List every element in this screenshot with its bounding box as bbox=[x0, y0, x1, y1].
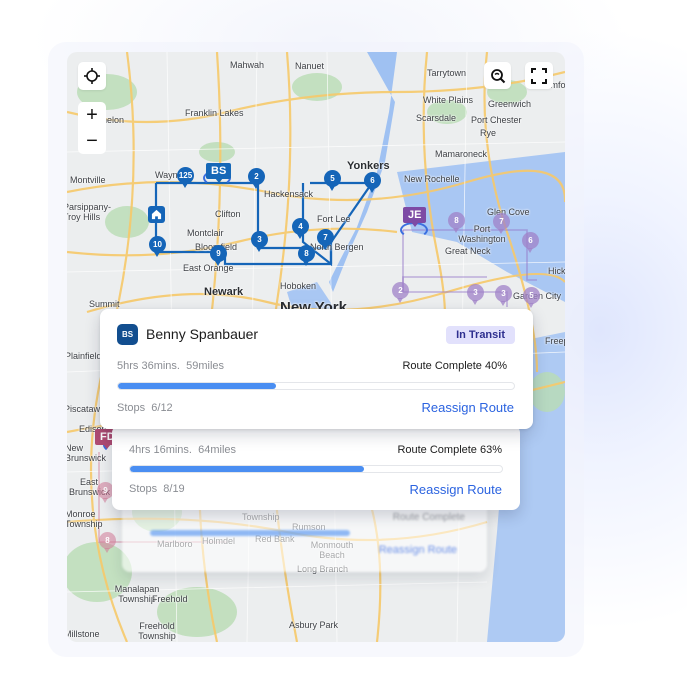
route-duration: 4hrs 16mins. bbox=[129, 444, 192, 456]
route-card[interactable]: BS Benny Spanbauer In Transit 5hrs 36min… bbox=[100, 309, 533, 429]
home-depot-icon[interactable] bbox=[148, 206, 165, 223]
route-duration: 5hrs 36mins. bbox=[117, 360, 180, 372]
stops-label: Stops bbox=[117, 402, 146, 414]
fullscreen-icon bbox=[531, 67, 547, 84]
stops-count: Stops 8/19 bbox=[129, 483, 185, 495]
route-duration-distance: 5hrs 36mins. 59miles bbox=[117, 360, 224, 372]
route-stop-pin[interactable]: 6 bbox=[364, 172, 381, 193]
route-stop-pin[interactable]: 4 bbox=[292, 218, 309, 239]
driver-avatar: BS bbox=[117, 324, 138, 345]
map-label: Summit bbox=[89, 299, 120, 309]
route-stop-pin[interactable]: 125 bbox=[177, 167, 194, 188]
route-stop-pin[interactable]: 9 bbox=[210, 245, 227, 266]
route-stop-pin[interactable]: 8 bbox=[298, 245, 315, 266]
map-label: Mahwah bbox=[230, 60, 265, 70]
map-label: Hackensack bbox=[264, 189, 314, 199]
route-stop-pin[interactable]: 2 bbox=[392, 282, 409, 303]
crosshair-icon bbox=[84, 68, 100, 84]
route-complete-label: Route Complete bbox=[392, 512, 465, 523]
status-badge: In Transit bbox=[446, 326, 515, 344]
search-zoom-button[interactable] bbox=[484, 62, 511, 89]
map-label: Mamaroneck bbox=[435, 149, 488, 159]
map-label: Tarrytown bbox=[427, 68, 467, 78]
route-stop-pin[interactable]: 8 bbox=[99, 532, 116, 553]
map-label: Fort Lee bbox=[317, 214, 351, 224]
progress-bar bbox=[129, 465, 503, 473]
route-stop-pin[interactable]: 10 bbox=[149, 236, 166, 257]
map-label: White Plains bbox=[423, 95, 474, 105]
driver-name: Benny Spanbauer bbox=[146, 326, 259, 342]
map-label: Hoboken bbox=[280, 281, 317, 291]
route-stop-pin[interactable]: 6 bbox=[522, 232, 539, 253]
map-label: Nanuet bbox=[295, 61, 325, 71]
route-stop-pin[interactable]: 8 bbox=[448, 212, 465, 233]
map-label: Port Chester bbox=[471, 115, 522, 125]
map-label: Rye bbox=[480, 128, 497, 138]
driver-tag-bs[interactable]: BS bbox=[206, 163, 232, 183]
stage: Mahwah Nanuet Tarrytown White Plains Gre… bbox=[0, 0, 687, 696]
map-label: Monroe Township bbox=[67, 509, 103, 529]
map-label: Plainfield bbox=[67, 351, 102, 361]
map-label: Franklin Lakes bbox=[185, 108, 244, 118]
map-label: Freehold Township bbox=[138, 621, 176, 641]
map-label: Clifton bbox=[215, 209, 241, 219]
route-card[interactable]: 4hrs 16mins. 64miles Route Complete 63% … bbox=[112, 425, 520, 510]
stops-value: 8/19 bbox=[163, 483, 185, 495]
map-label: Millstone bbox=[67, 629, 100, 639]
stops-value: 6/12 bbox=[151, 402, 173, 414]
map-label: Scarsdale bbox=[416, 113, 457, 123]
route-stop-pin[interactable]: 2 bbox=[248, 168, 265, 189]
map-label: Montclair bbox=[187, 228, 224, 238]
reassign-route-link[interactable]: Reassign Route bbox=[422, 400, 515, 415]
map-label: New Brunswick bbox=[67, 443, 107, 463]
progress-bar bbox=[117, 382, 515, 390]
fullscreen-button[interactable] bbox=[525, 62, 553, 89]
map-label: Asbury Park bbox=[289, 620, 339, 630]
route-distance: 59miles bbox=[186, 360, 225, 372]
route-stop-pin[interactable]: 3 bbox=[251, 231, 268, 252]
route-complete-label: Route Complete 63% bbox=[397, 444, 502, 456]
map-label: Greenwich bbox=[488, 99, 532, 109]
zoom-controls: + − bbox=[78, 102, 106, 154]
map-label: Parsippany-Troy Hills bbox=[67, 202, 112, 222]
locate-button[interactable] bbox=[78, 62, 106, 90]
stops-count: Stops 6/12 bbox=[117, 402, 173, 414]
map-label: New Rochelle bbox=[404, 174, 460, 184]
search-zoom-icon bbox=[490, 68, 505, 83]
progress-fill bbox=[118, 383, 277, 389]
route-stop-pin[interactable]: 3 bbox=[495, 285, 512, 306]
map-label: Montville bbox=[70, 175, 106, 185]
route-stop-pin[interactable]: 5 bbox=[324, 170, 341, 191]
route-complete-label: Route Complete 40% bbox=[402, 360, 507, 372]
stops-label: Stops bbox=[129, 483, 158, 495]
route-stop-pin[interactable]: 7 bbox=[317, 229, 334, 250]
map-label: Yonkers bbox=[347, 160, 390, 172]
zoom-in-button[interactable]: + bbox=[78, 102, 106, 128]
route-stop-pin[interactable]: 5 bbox=[523, 287, 540, 308]
progress-bar bbox=[150, 530, 350, 536]
map-label: Newark bbox=[204, 286, 244, 298]
map-label: Great Neck bbox=[445, 246, 491, 256]
map-label: Freeport bbox=[545, 336, 565, 346]
route-stop-pin[interactable]: 3 bbox=[467, 284, 484, 305]
map-label: North Bergen bbox=[310, 242, 364, 252]
route-stop-pin[interactable]: 7 bbox=[493, 213, 510, 234]
map-label: East Orange bbox=[183, 263, 234, 273]
progress-fill bbox=[130, 466, 365, 472]
map-label: Freehold bbox=[152, 594, 188, 604]
map-label: Hicksville bbox=[548, 266, 565, 276]
reassign-route-link[interactable]: Reassign Route bbox=[410, 482, 503, 497]
route-duration-distance: 4hrs 16mins. 64miles bbox=[129, 444, 236, 456]
route-distance: 64miles bbox=[198, 444, 237, 456]
route-card[interactable]: Route Complete Reassign Route bbox=[122, 500, 487, 572]
reassign-route-link[interactable]: Reassign Route bbox=[379, 544, 457, 556]
zoom-out-button[interactable]: − bbox=[78, 128, 106, 154]
driver-tag-je[interactable]: JE bbox=[403, 207, 427, 227]
